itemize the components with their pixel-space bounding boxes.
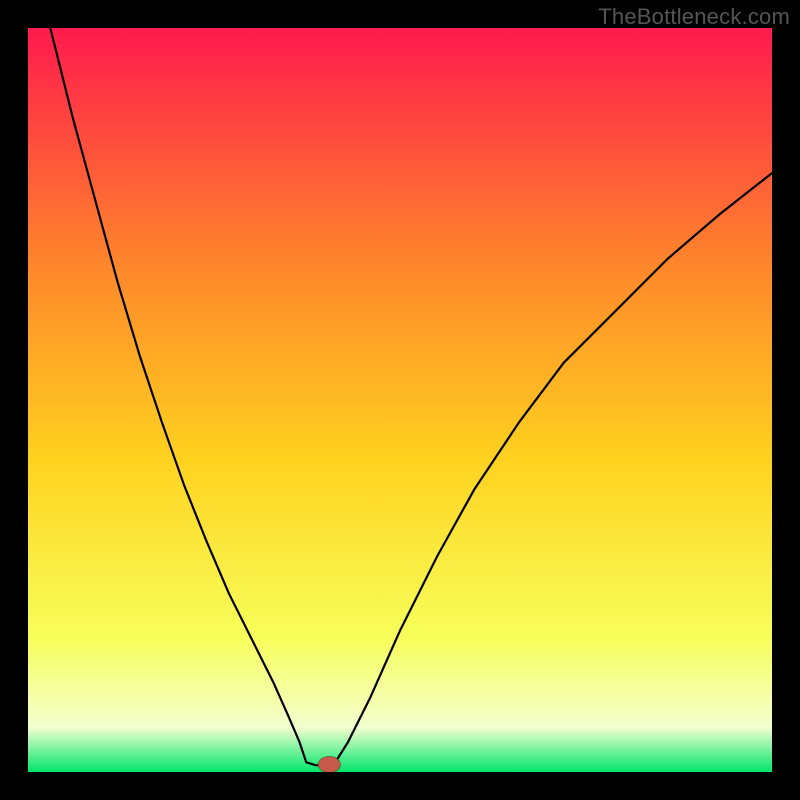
gradient-background [28, 28, 772, 772]
plot-svg [28, 28, 772, 772]
plot-area [28, 28, 772, 772]
chart-frame: TheBottleneck.com [0, 0, 800, 800]
watermark-text: TheBottleneck.com [598, 4, 790, 30]
optimum-marker [318, 756, 340, 772]
